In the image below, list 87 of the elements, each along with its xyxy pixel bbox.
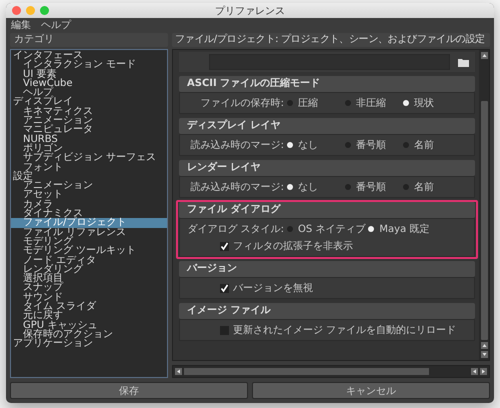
checkbox[interactable] [220, 326, 229, 334]
radio-option[interactable]: なし [287, 138, 345, 152]
category-item[interactable]: サウンド [11, 292, 167, 302]
radio-icon[interactable] [287, 100, 293, 106]
field-label: 読み込み時のマージ: [190, 138, 285, 152]
scroll-thumb[interactable] [480, 101, 488, 340]
category-item[interactable]: モデリング [11, 236, 167, 246]
radio-option[interactable]: 名前 [403, 180, 461, 194]
radio-icon[interactable] [287, 142, 293, 148]
scroll-left-icon[interactable] [175, 368, 182, 375]
field-label: 読み込み時のマージ: [190, 180, 285, 194]
category-item[interactable]: スナップ [11, 283, 167, 293]
checkbox-option[interactable]: バージョンを無視 [220, 281, 313, 295]
section-title: ASCII ファイルの圧縮モード [179, 76, 475, 92]
horizontal-scrollbar[interactable] [172, 365, 490, 378]
radio-option[interactable]: OS ネイティブ [287, 222, 368, 236]
category-item[interactable]: ファイル/プロジェクト [11, 218, 167, 228]
radio-option[interactable]: なし [287, 180, 345, 194]
category-item[interactable]: アニメーション [11, 181, 167, 190]
category-header: カテゴリ [10, 33, 168, 47]
window-title: プリファレンス [215, 4, 285, 18]
scroll-down-icon[interactable] [480, 351, 488, 358]
radio-icon[interactable] [345, 100, 351, 106]
checkbox[interactable] [220, 242, 229, 250]
category-item[interactable]: レンダリング [11, 264, 167, 274]
category-item[interactable]: ディスプレイ [11, 97, 167, 107]
close-button[interactable] [12, 6, 21, 15]
radio-icon[interactable] [403, 100, 409, 106]
category-item[interactable]: モデリング ツールキット [11, 246, 167, 256]
category-item[interactable]: 保存時のアクション [11, 330, 167, 340]
field-label: ファイルの保存時: [200, 96, 285, 110]
panel-title: ファイル/プロジェクト: プロジェクト、シーン、およびファイルの設定 [172, 33, 490, 47]
radio-option[interactable]: 番号順 [345, 180, 403, 194]
category-item[interactable]: ノード エディタ [11, 256, 167, 265]
radio-icon[interactable] [403, 142, 409, 148]
category-item[interactable]: ヘルプ [11, 88, 167, 98]
checkbox-option[interactable]: フィルタの拡張子を非表示 [220, 239, 353, 253]
category-item[interactable]: カメラ [11, 200, 167, 210]
category-item[interactable]: ポリゴン [11, 144, 167, 154]
scroll-up-icon[interactable] [480, 342, 488, 349]
radio-icon[interactable] [368, 226, 374, 232]
radio-option[interactable]: 非圧縮 [345, 96, 403, 110]
radio-icon[interactable] [345, 142, 351, 148]
menu-item[interactable]: 編集 [11, 18, 31, 32]
section-title: バージョン [179, 261, 475, 277]
category-item[interactable]: サブディビジョン サーフェス [11, 153, 167, 163]
category-item[interactable]: 元に戻す [11, 311, 167, 321]
radio-icon[interactable] [403, 184, 409, 190]
checkbox-option[interactable]: 更新されたイメージ ファイルを自動的にリロード [220, 323, 456, 337]
scroll-left-icon[interactable] [471, 368, 478, 375]
radio-option[interactable]: 名前 [403, 138, 461, 152]
section-title: ファイル ダイアログ [179, 202, 475, 218]
category-item[interactable]: インタラクション モード [11, 60, 167, 70]
radio-icon[interactable] [345, 184, 351, 190]
radio-icon[interactable] [287, 226, 293, 232]
section-title: レンダー レイヤ [179, 160, 475, 176]
category-item[interactable]: フォント [11, 162, 167, 172]
category-item[interactable]: キネマティクス [11, 106, 167, 116]
scroll-up-icon[interactable] [480, 52, 488, 59]
folder-icon[interactable] [458, 58, 469, 66]
category-item[interactable]: 設定 [11, 172, 167, 182]
menu-item[interactable]: ヘルプ [41, 18, 71, 32]
checkbox[interactable] [220, 284, 229, 292]
category-item[interactable]: アセット [11, 190, 167, 200]
maximize-button[interactable] [40, 6, 49, 15]
category-item[interactable]: GPU キャッシュ [11, 320, 167, 330]
field-label: ダイアログ スタイル: [186, 223, 285, 236]
section-title: イメージ ファイル [179, 303, 475, 319]
category-item[interactable]: マニピュレータ [11, 125, 167, 135]
category-item[interactable]: ファイル リファレンス [11, 228, 167, 237]
radio-option[interactable]: Maya 既定 [368, 222, 432, 236]
scroll-right-icon[interactable] [480, 368, 487, 375]
category-item[interactable]: アニメーション [11, 116, 167, 126]
cancel-button[interactable]: キャンセル [252, 382, 490, 399]
category-item[interactable]: UI 要素 [11, 70, 167, 79]
category-item[interactable]: NURBS [11, 134, 167, 144]
radio-option[interactable]: 現状 [403, 96, 461, 110]
save-button[interactable]: 保存 [10, 382, 248, 399]
radio-option[interactable]: 番号順 [345, 138, 403, 152]
radio-option[interactable]: 圧縮 [287, 96, 345, 110]
scroll-thumb[interactable] [184, 368, 429, 375]
radio-icon[interactable] [287, 184, 293, 190]
vertical-scrollbar[interactable] [479, 50, 489, 360]
minimize-button[interactable] [26, 6, 35, 15]
section-title: ディスプレイ レイヤ [179, 118, 475, 134]
category-item[interactable]: アプリケーション [11, 339, 167, 348]
category-item[interactable]: インタフェース [11, 51, 167, 60]
